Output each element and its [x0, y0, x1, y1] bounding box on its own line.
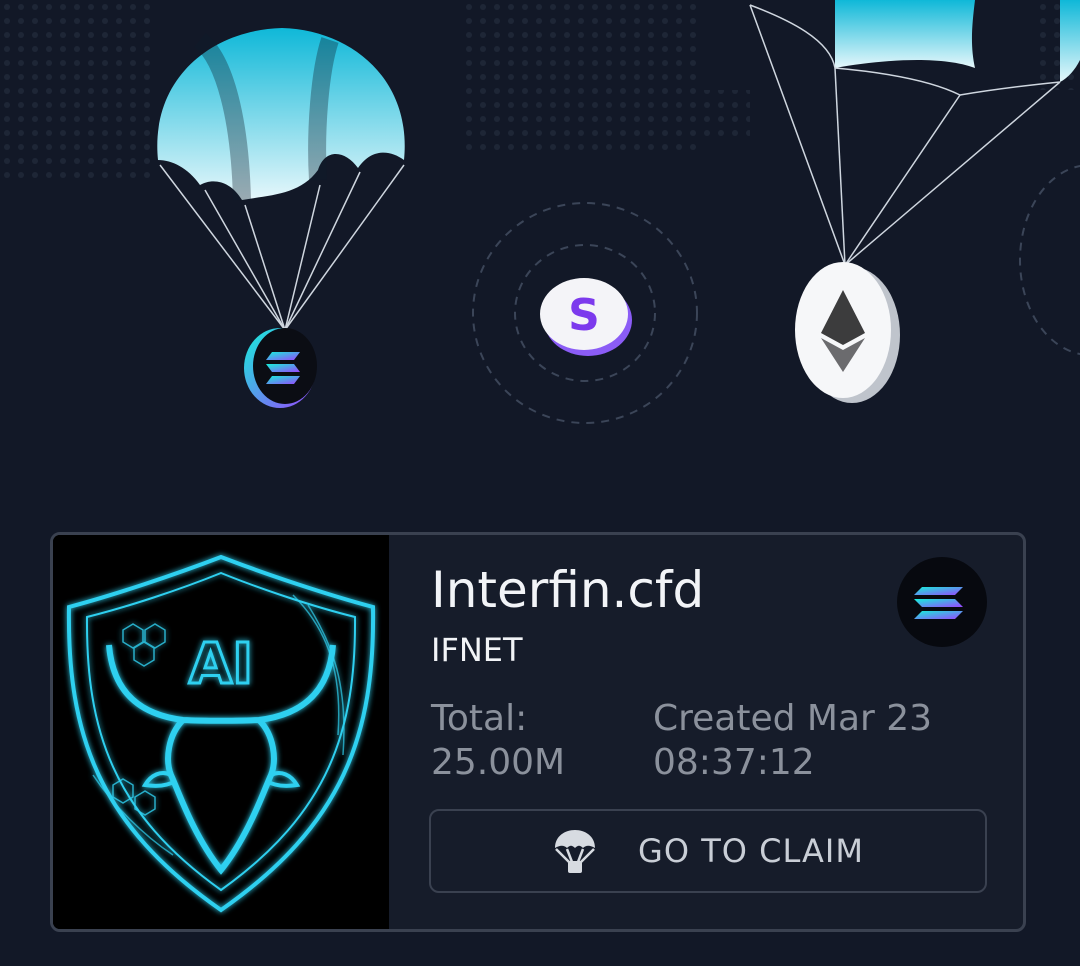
claim-button-label: GO TO CLAIM: [638, 832, 864, 870]
parachute-left: [157, 28, 405, 331]
parachute-right: [749, 0, 1080, 266]
token-symbol: IFNET: [431, 631, 523, 669]
total-value: 25.00M: [431, 742, 566, 783]
solana-logo-icon: [897, 557, 987, 647]
created-label: Created Mar 23: [653, 698, 933, 739]
hero-illustration: S: [0, 0, 1080, 424]
svg-text:S: S: [568, 290, 600, 341]
total-supply: Total: 25.00M: [431, 697, 565, 785]
ethereum-coin-icon: [795, 262, 900, 403]
token-name: Interfin.cfd: [431, 561, 705, 619]
created-time: 08:37:12: [653, 742, 815, 783]
total-label: Total:: [431, 698, 528, 739]
token-logo-text: AI: [189, 632, 253, 697]
synapse-coin-icon: S: [540, 278, 632, 356]
airdrop-card[interactable]: AI Interfin.cfd IFNET Total: 25.00M Crea…: [50, 532, 1026, 932]
parachute-icon: [555, 830, 596, 873]
airdrop-page: S AI Interfin.cfd IFNET Total: 25.00M Cr…: [0, 0, 1080, 966]
created-date: Created Mar 23 08:37:12: [653, 697, 932, 785]
go-to-claim-button[interactable]: GO TO CLAIM: [429, 809, 987, 893]
token-logo-image: AI: [53, 535, 389, 929]
solana-coin-icon: [244, 328, 317, 408]
